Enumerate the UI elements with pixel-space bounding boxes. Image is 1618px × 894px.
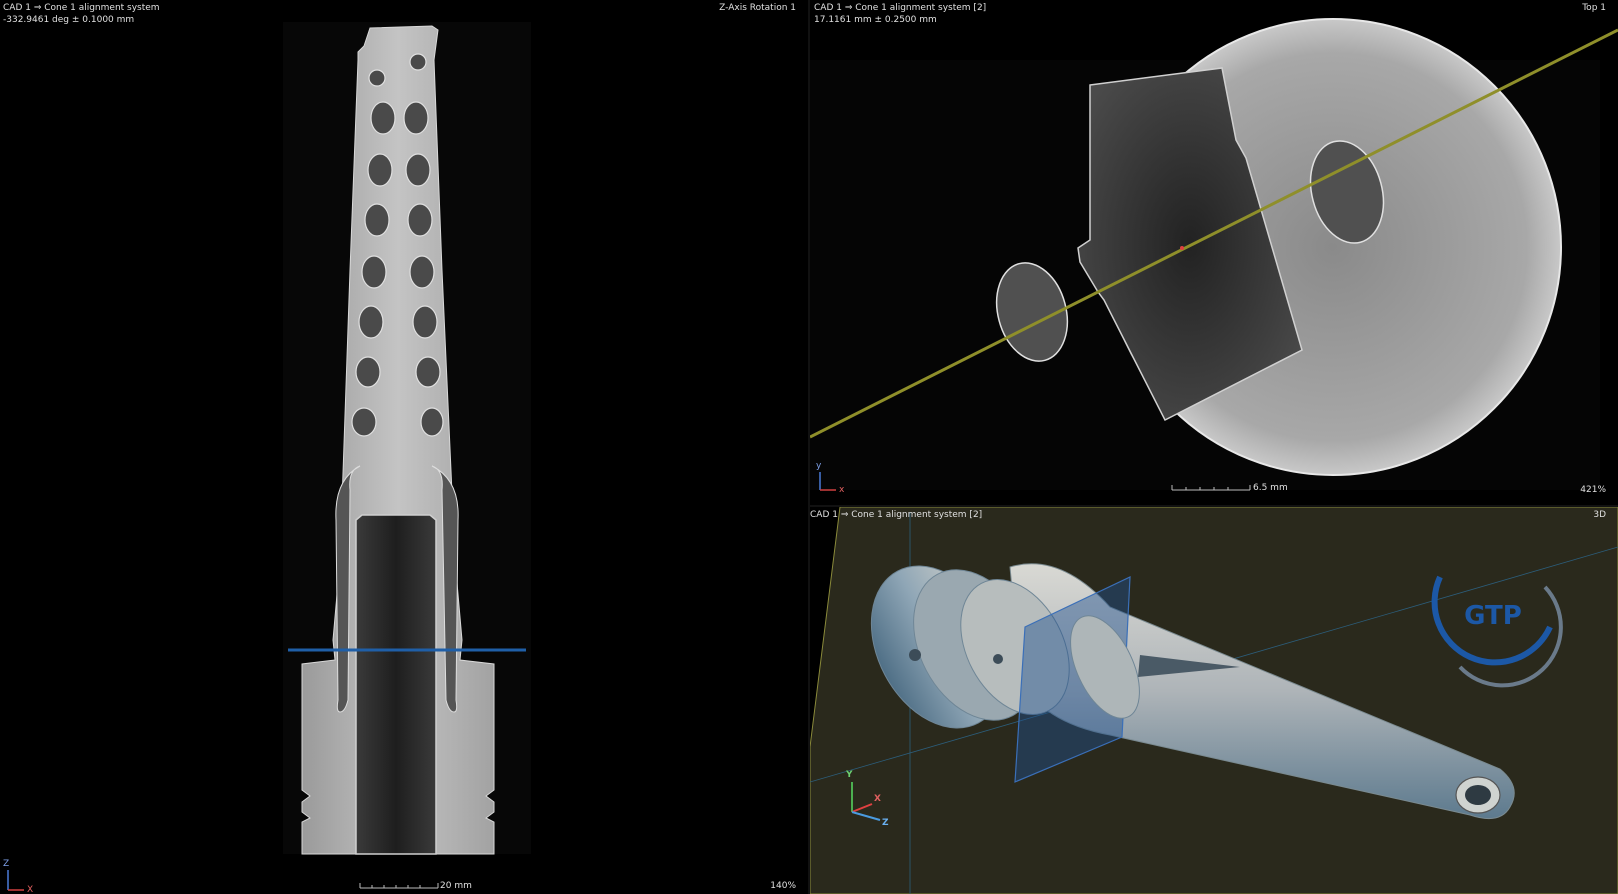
axis-z-label: Z xyxy=(882,818,889,828)
head-hole xyxy=(909,649,921,661)
3d-view[interactable]: GTP CAD 1 ⇒ Cone 1 alignment system [2] … xyxy=(810,507,1618,894)
tip-bore xyxy=(1465,785,1491,805)
logo-text: GTP xyxy=(1464,601,1522,631)
scale-label: 6.5 mm xyxy=(1253,483,1288,493)
view-name: 3D xyxy=(1593,510,1606,520)
scale-bar xyxy=(359,883,439,889)
zoom-level: 421% xyxy=(1580,485,1606,495)
view-name: Top 1 xyxy=(1582,3,1606,13)
axis-x-label: x xyxy=(839,485,845,495)
view-name: Z-Axis Rotation 1 xyxy=(719,3,796,13)
top-slice-canvas[interactable] xyxy=(810,0,1618,505)
view-title: CAD 1 ⇒ Cone 1 alignment system [2] xyxy=(810,510,983,520)
axis-triad xyxy=(7,870,24,891)
side-hole xyxy=(993,654,1003,664)
axis-y-label: y xyxy=(816,461,822,471)
axis-x-label: X xyxy=(874,794,881,804)
top-slice-view[interactable]: CAD 1 ⇒ Cone 1 alignment system [2] 17.1… xyxy=(810,0,1618,505)
view-title: CAD 1 ⇒ Cone 1 alignment system xyxy=(3,3,160,13)
axis-x-label: X xyxy=(27,885,34,894)
left-slice-view[interactable]: CAD 1 ⇒ Cone 1 alignment system -332.946… xyxy=(0,0,808,894)
axis-z-label: Z xyxy=(3,859,10,869)
inner-bore xyxy=(355,514,437,855)
axis-y-label: Y xyxy=(846,770,853,780)
view-title: CAD 1 ⇒ Cone 1 alignment system [2] xyxy=(814,3,987,13)
center-marker xyxy=(1180,246,1184,250)
scale-label: 20 mm xyxy=(440,881,472,891)
left-slice-canvas[interactable] xyxy=(0,0,808,894)
3d-canvas[interactable]: GTP xyxy=(810,507,1618,894)
measurement-readout: -332.9461 deg ± 0.1000 mm xyxy=(3,15,135,25)
measurement-readout: 17.1161 mm ± 0.2500 mm xyxy=(814,15,937,25)
zoom-level: 140% xyxy=(770,881,796,891)
